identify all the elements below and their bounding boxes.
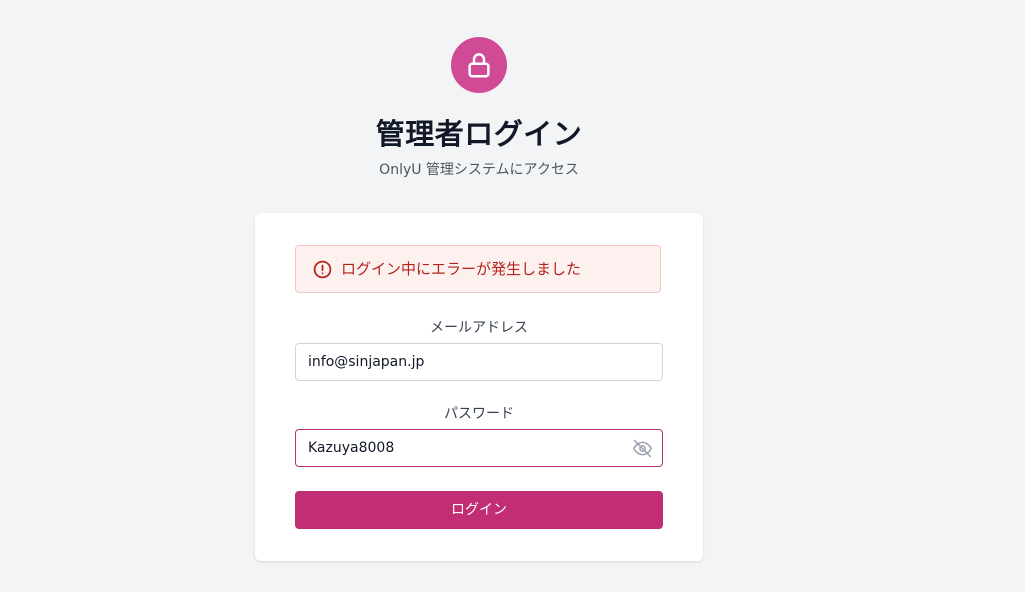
email-field[interactable] [295, 343, 663, 381]
error-message: ログイン中にエラーが発生しました [341, 260, 582, 278]
login-button[interactable]: ログイン [295, 491, 663, 529]
login-card: ログイン中にエラーが発生しました メールアドレス パスワード ログイン [255, 213, 703, 561]
error-alert: ログイン中にエラーが発生しました [295, 245, 661, 293]
lock-badge [451, 37, 507, 93]
alert-circle-icon [313, 260, 332, 278]
password-field[interactable] [295, 429, 663, 467]
password-field-wrapper [295, 429, 663, 467]
password-label: パスワード [444, 406, 514, 422]
lock-icon [468, 53, 490, 78]
eye-off-icon[interactable] [632, 438, 653, 459]
email-label: メールアドレス [430, 320, 528, 336]
page-subtitle: OnlyU 管理システムにアクセス [379, 162, 579, 178]
page-title: 管理者ログイン [375, 117, 583, 151]
password-visibility-toggle[interactable] [631, 437, 653, 459]
